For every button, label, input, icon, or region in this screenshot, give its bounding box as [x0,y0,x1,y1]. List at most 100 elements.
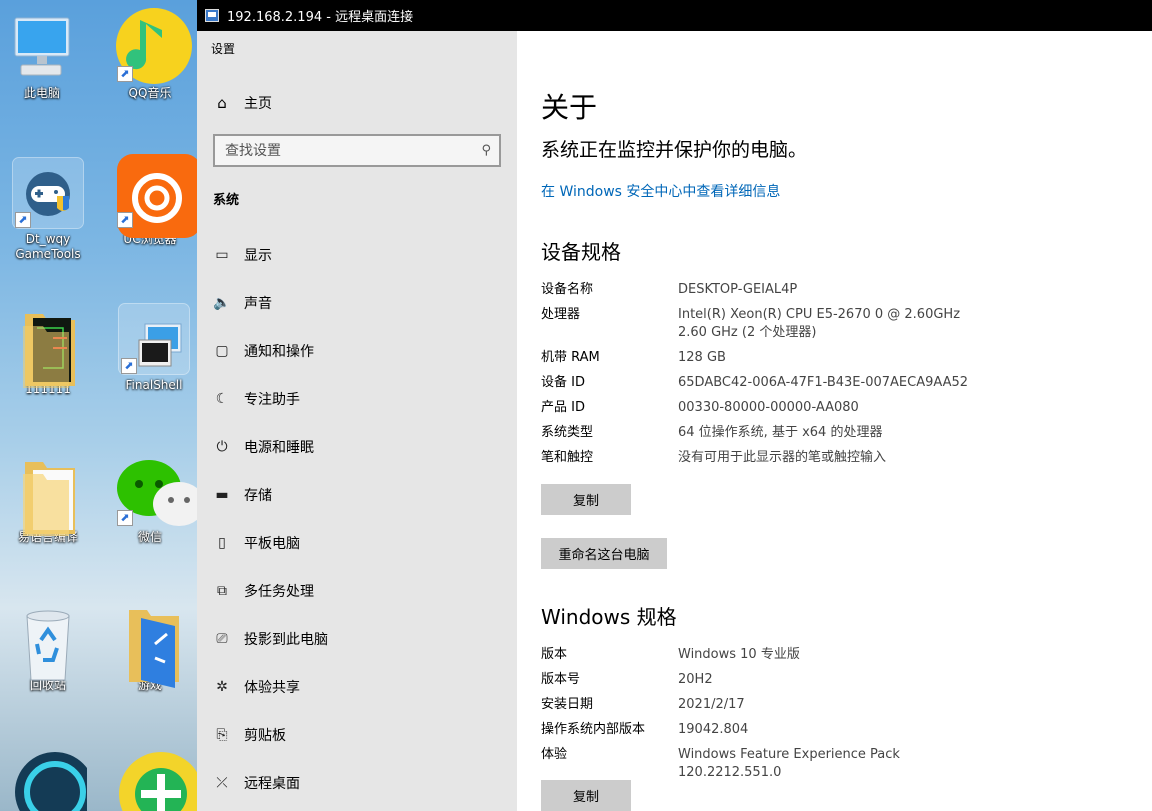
folder-icon [13,456,83,536]
clipboard-icon: ⎘ [216,727,228,743]
uc-browser-icon: ⬈ [115,154,197,238]
sidebar-item-label: 电源和睡眠 [244,440,314,456]
spec-value: DESKTOP-GEIAL4P [678,282,798,297]
home-icon: ⌂ [217,94,227,112]
desktop-icon-this-pc[interactable]: 此电脑 [0,12,84,101]
ring-app-icon [7,744,95,811]
desktop-icon-111111[interactable]: 111111 [6,308,90,397]
moon-icon: ☾ [215,391,229,407]
display-icon: ▭ [215,247,229,263]
shortcut-arrow-icon: ⬈ [117,510,133,526]
spec-value: 128 GB [678,350,726,365]
desktop-icon-games[interactable]: 游戏 [108,604,192,693]
spec-value: Windows Feature Experience Pack 120.2212… [678,747,900,780]
security-center-link[interactable]: 在 Windows 安全中心中查看详细信息 [541,181,780,201]
spec-value: Intel(R) Xeon(R) CPU E5-2670 0 @ 2.60GHz… [678,307,961,340]
spec-value: 65DABC42-006A-47F1-B43E-007AECA9AA52 [678,375,969,390]
spec-row: 设备名称 DESKTOP-GEIAL4P [541,281,1001,299]
remote-desktop-icon [205,9,219,22]
spec-value: Windows 10 专业版 [678,647,800,662]
folder-icon [115,604,185,688]
storage-icon: ▬ [215,487,229,503]
sidebar-item-label: 剪贴板 [244,728,286,744]
spec-key: 版本号 [541,672,581,687]
spec-key: 体验 [541,747,568,762]
desktop-icon-wechat[interactable]: ⬈ 微信 [108,456,197,545]
sidebar-item-focus-assist[interactable]: ☾ 专注助手 [197,375,517,423]
spec-key: 设备 ID [541,375,585,390]
desktop: 此电脑 ⬈ QQ音乐 ⬈ Dt_wqy GameTools ⬈ UC浏览器 11… [0,0,197,811]
qq-music-icon: ⬈ [115,8,192,84]
spec-value: 2021/2/17 [678,697,745,712]
spec-row: 产品 ID 00330-80000-00000-AA080 [541,399,1001,417]
sidebar-item-clipboard[interactable]: ⎘ 剪贴板 [197,711,517,759]
shortcut-arrow-icon: ⬈ [15,212,31,228]
tablet-icon: ▯ [218,535,226,551]
desktop-icon-qq-music[interactable]: ⬈ QQ音乐 [108,8,192,101]
desktop-icon-gametools[interactable]: ⬈ Dt_wqy GameTools [6,157,90,262]
spec-row: 版本号 20H2 [541,671,1001,689]
desktop-icon-finalshell[interactable]: ⬈ FinalShell [112,303,196,393]
windows-specs-table: 版本 Windows 10 专业版 版本号 20H2 安装日期 2021/2/17 操… [541,646,1001,789]
sidebar-nav-list: ▭ 显示 🔈 声音 ▢ 通知和操作 ☾ 专注助手 ⏻ 电源和睡眠 ▬ 存储 ▯ 平板电脑 ⧉ 多… [197,231,517,807]
sidebar-item-power-sleep[interactable]: ⏻ 电源和睡眠 [197,423,517,471]
sidebar-item-label: 投影到此电脑 [244,632,328,648]
sidebar-item-label: 声音 [244,296,272,312]
spec-row: 处理器 Intel(R) Xeon(R) CPU E5-2670 0 @ 2.60… [541,306,1001,342]
spec-row: 系统类型 64 位操作系统, 基于 x64 的处理器 [541,424,1001,442]
rename-pc-button[interactable]: 重命名这台电脑 [541,538,667,569]
spec-key: 安装日期 [541,697,594,712]
sidebar-item-notifications[interactable]: ▢ 通知和操作 [197,327,517,375]
sidebar-item-multitasking[interactable]: ⧉ 多任务处理 [197,567,517,615]
spec-value: 没有可用于此显示器的笔或触控输入 [678,450,887,465]
computer-icon [7,12,77,82]
sidebar-item-remote-desktop[interactable]: ⤫ 远程桌面 [197,759,517,807]
sidebar-item-display[interactable]: ▭ 显示 [197,231,517,279]
folder-icon [13,308,83,388]
sidebar-section-label: 系统 [213,193,240,208]
spec-key: 笔和触控 [541,450,594,465]
sidebar-item-label: 体验共享 [244,680,300,696]
spec-value: 64 位操作系统, 基于 x64 的处理器 [678,425,883,440]
project-icon: ⎚ [216,631,228,647]
spec-key: 操作系统内部版本 [541,722,646,737]
sidebar-item-shared-experiences[interactable]: ✲ 体验共享 [197,663,517,711]
windows-specs-heading: Windows 规格 [541,605,677,629]
power-icon: ⏻ [216,439,228,455]
about-content-pane: 关于 系统正在监控并保护你的电脑。 在 Windows 安全中心中查看详细信息 … [517,31,1152,811]
search-input[interactable] [225,142,465,159]
sidebar-item-label: 专注助手 [244,392,300,408]
shortcut-arrow-icon: ⬈ [121,358,137,374]
copy-device-specs-button[interactable]: 复制 [541,484,631,515]
desktop-icon-uc-browser[interactable]: ⬈ UC浏览器 [108,154,197,247]
sidebar-item-sound[interactable]: 🔈 声音 [197,279,517,327]
copy-windows-specs-button[interactable]: 复制 [541,780,631,811]
sidebar-item-label: 平板电脑 [244,536,300,552]
search-box[interactable]: ⚲ [213,134,501,167]
search-icon[interactable]: ⚲ [481,143,491,158]
spec-row: 安装日期 2021/2/17 [541,696,1001,714]
desktop-icon-partial-1[interactable] [0,744,95,811]
shortcut-arrow-icon: ⬈ [117,212,133,228]
desktop-icon-label: 此电脑 [23,86,60,100]
spec-key: 系统类型 [541,425,594,440]
spec-key: 设备名称 [541,282,594,297]
spec-row: 机带 RAM 128 GB [541,349,1001,367]
spec-row: 笔和触控 没有可用于此显示器的笔或触控输入 [541,449,1001,467]
desktop-icon-partial-2[interactable] [108,744,197,811]
spec-row: 体验 Windows Feature Experience Pack 120.22… [541,746,1001,782]
page-title: 关于 [541,91,598,124]
desktop-icon-label: Dt_wqy GameTools [15,232,81,261]
sidebar-item-projecting[interactable]: ⎚ 投影到此电脑 [197,615,517,663]
sidebar-item-home[interactable]: ⌂ 主页 [213,93,272,113]
sidebar-item-storage[interactable]: ▬ 存储 [197,471,517,519]
spec-row: 版本 Windows 10 专业版 [541,646,1001,664]
rdp-title-bar[interactable]: 192.168.2.194 - 远程桌面连接 [197,0,1152,31]
spec-value: 20H2 [678,672,713,687]
sidebar-item-tablet[interactable]: ▯ 平板电脑 [197,519,517,567]
plus-app-icon [115,744,197,811]
desktop-icon-recycle-bin[interactable]: 回收站 [6,604,90,693]
share-icon: ✲ [216,679,228,695]
settings-sidebar: 设置 ⌂ 主页 ⚲ 系统 ▭ 显示 🔈 声音 ▢ 通知和操作 ☾ 专注助手 ⏻ 电源和睡眠… [197,31,517,811]
desktop-icon-yiyuyan[interactable]: 易语言编译 [6,456,90,545]
